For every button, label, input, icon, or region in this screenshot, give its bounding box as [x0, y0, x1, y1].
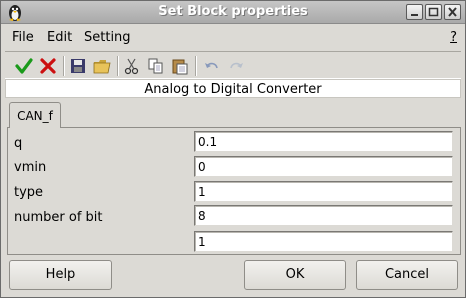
close-icon: [448, 7, 457, 17]
param-input-number-of-bit[interactable]: 8: [194, 205, 453, 226]
param-label-vmin: vmin: [14, 160, 47, 175]
menu-help[interactable]: ?: [450, 30, 457, 45]
title-bar[interactable]: Set Block properties: [1, 1, 465, 24]
param-input-vmin[interactable]: 0: [194, 156, 453, 177]
dialog-window: Set Block properties File Edit Setting ?: [0, 0, 466, 298]
open-folder-icon[interactable]: [91, 55, 113, 77]
cut-icon[interactable]: [121, 55, 143, 77]
cancel-button[interactable]: Cancel: [356, 260, 458, 290]
window-title: Set Block properties: [158, 4, 308, 19]
maximize-icon: [428, 7, 439, 17]
param-label-type: type: [14, 185, 44, 200]
cancel-x-icon[interactable]: [37, 55, 59, 77]
block-description: Analog to Digital Converter: [5, 79, 461, 98]
help-button[interactable]: Help: [9, 260, 112, 290]
toolbar-separator: [195, 56, 197, 76]
param-input-q[interactable]: 0.1: [194, 131, 453, 152]
save-icon[interactable]: [67, 55, 89, 77]
minimize-button[interactable]: [406, 4, 423, 20]
toolbar-separator: [117, 56, 119, 76]
paste-icon[interactable]: [169, 55, 191, 77]
param-label-q: q: [14, 136, 23, 151]
menu-edit[interactable]: Edit: [47, 30, 72, 45]
toolbar: [5, 51, 461, 79]
redo-icon[interactable]: [225, 55, 247, 77]
param-input-extra[interactable]: 1: [194, 231, 453, 252]
close-button[interactable]: [444, 4, 461, 20]
copy-icon[interactable]: [145, 55, 167, 77]
ok-check-icon[interactable]: [13, 55, 35, 77]
tab-can-f[interactable]: CAN_f: [9, 102, 61, 128]
minimize-icon: [411, 14, 418, 16]
undo-icon[interactable]: [201, 55, 223, 77]
maximize-button[interactable]: [425, 4, 442, 20]
menu-file[interactable]: File: [12, 30, 34, 45]
menu-bar: File Edit Setting ?: [1, 25, 465, 49]
toolbar-separator: [63, 56, 65, 76]
ok-button[interactable]: OK: [244, 260, 346, 290]
menu-setting[interactable]: Setting: [84, 30, 131, 45]
param-label-number-of-bit: number of bit: [14, 210, 103, 225]
param-input-type[interactable]: 1: [194, 181, 453, 202]
